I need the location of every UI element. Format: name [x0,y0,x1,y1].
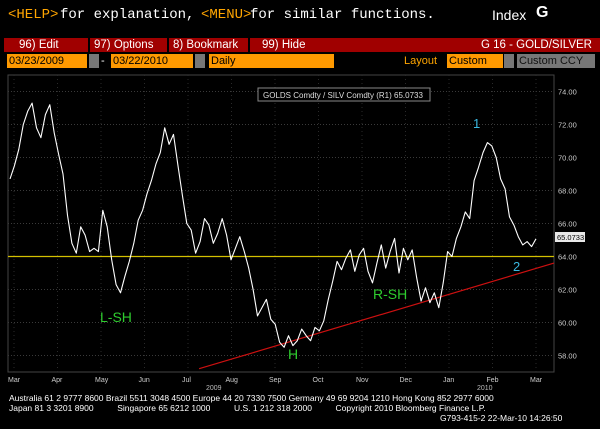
x-tick-label: Dec [400,377,413,384]
y-tick-label: 64.00 [558,253,577,262]
menu-key[interactable]: <MENU> [201,7,251,23]
layout-field[interactable]: Custom [447,54,503,68]
start-date-field[interactable]: 03/23/2009 [7,54,87,68]
layout-label: Layout [404,55,438,67]
x-tick-label: Jul [182,377,191,384]
help-text: for explanation, [60,7,195,23]
last-value-tag: 65.0733 [555,232,585,242]
legend-text: GOLDS Comdty / SILV Comdty (R1) 65.0733 [263,91,423,100]
help-key[interactable]: <HELP> [8,7,58,23]
function-title: G 16 - GOLD/SILVER [481,39,592,51]
menu-divider [88,38,90,52]
start-date-dropdown[interactable] [89,54,99,68]
end-date-dropdown[interactable] [195,54,205,68]
x-tick-label: Jun [139,377,150,384]
x-tick-label: Apr [52,377,64,384]
x-tick-label: Jan [443,377,454,384]
annotation-h: H [288,346,298,362]
menu-edit[interactable]: 96) Edit [16,38,62,52]
chart-legend: GOLDS Comdty / SILV Comdty (R1) 65.0733 [257,87,431,102]
menu-hide[interactable]: 99) Hide [259,38,308,52]
y-tick-label: 74.00 [558,88,577,97]
command-hint-line: <HELP> for explanation, <MENU> for simil… [0,0,600,32]
x-tick-label: May [95,377,109,384]
y-axis: 58.00 60.00 62.00 64.00 66.00 68.00 70.00 72.00… [558,88,577,361]
footer-phones-1: Australia 61 2 9777 8600 Brazil 5511 304… [9,393,494,403]
footer-phones-2: Japan 81 3 3201 8900 Singapore 65 6212 1… [9,403,486,413]
x-tick-label: Feb [487,377,499,384]
price-chart[interactable]: 58.00 60.00 62.00 64.00 66.00 68.00 70.00 72.00… [0,72,600,429]
parameter-bar: 03/23/2009 - 03/22/2010 Daily Layout Cus… [0,54,600,68]
menu-bar: 96) Edit 97) Options 8) Bookmark 99) Hid… [4,38,600,52]
menu-text: for similar functions. [250,7,435,23]
y-tick-label: 70.00 [558,154,577,163]
x-tick-label: Sep [269,377,282,384]
y-tick-label: 58.00 [558,352,577,361]
annotation-lsh: L-SH [100,309,132,325]
x-tick-label: Mar [8,377,21,384]
y-tick-label: 60.00 [558,319,577,328]
x-tick-label: Nov [356,377,369,384]
annotation-rsh: R-SH [373,286,407,302]
period-field[interactable]: Daily [209,54,334,68]
x-tick-label: Mar [530,377,543,384]
menu-bookmark[interactable]: 8) Bookmark [170,38,252,52]
menu-divider [248,38,250,52]
annotation-1: 1 [473,116,480,131]
year-label-2010: 2010 [477,385,493,392]
index-key: G [536,4,549,21]
last-value-text: 65.0733 [557,233,584,242]
footer: Australia 61 2 9777 8600 Brazil 5511 304… [0,392,600,429]
end-date-field[interactable]: 03/22/2010 [111,54,193,68]
y-tick-label: 66.00 [558,220,577,229]
menu-divider [167,38,169,52]
footer-timestamp: G793-415-2 22-Mar-10 14:26:50 [440,413,563,423]
x-tick-label: Oct [313,377,324,384]
date-dash: - [101,55,105,67]
x-tick-label: Aug [226,377,239,384]
currency-field[interactable]: Custom CCY [517,54,595,68]
year-label-2009: 2009 [206,385,222,392]
index-label: Index [492,7,527,23]
menu-options[interactable]: 97) Options [91,38,156,52]
y-tick-label: 62.00 [558,286,577,295]
y-tick-label: 72.00 [558,121,577,130]
y-tick-label: 68.00 [558,187,577,196]
annotation-2: 2 [513,259,520,274]
layout-dropdown[interactable] [504,54,514,68]
